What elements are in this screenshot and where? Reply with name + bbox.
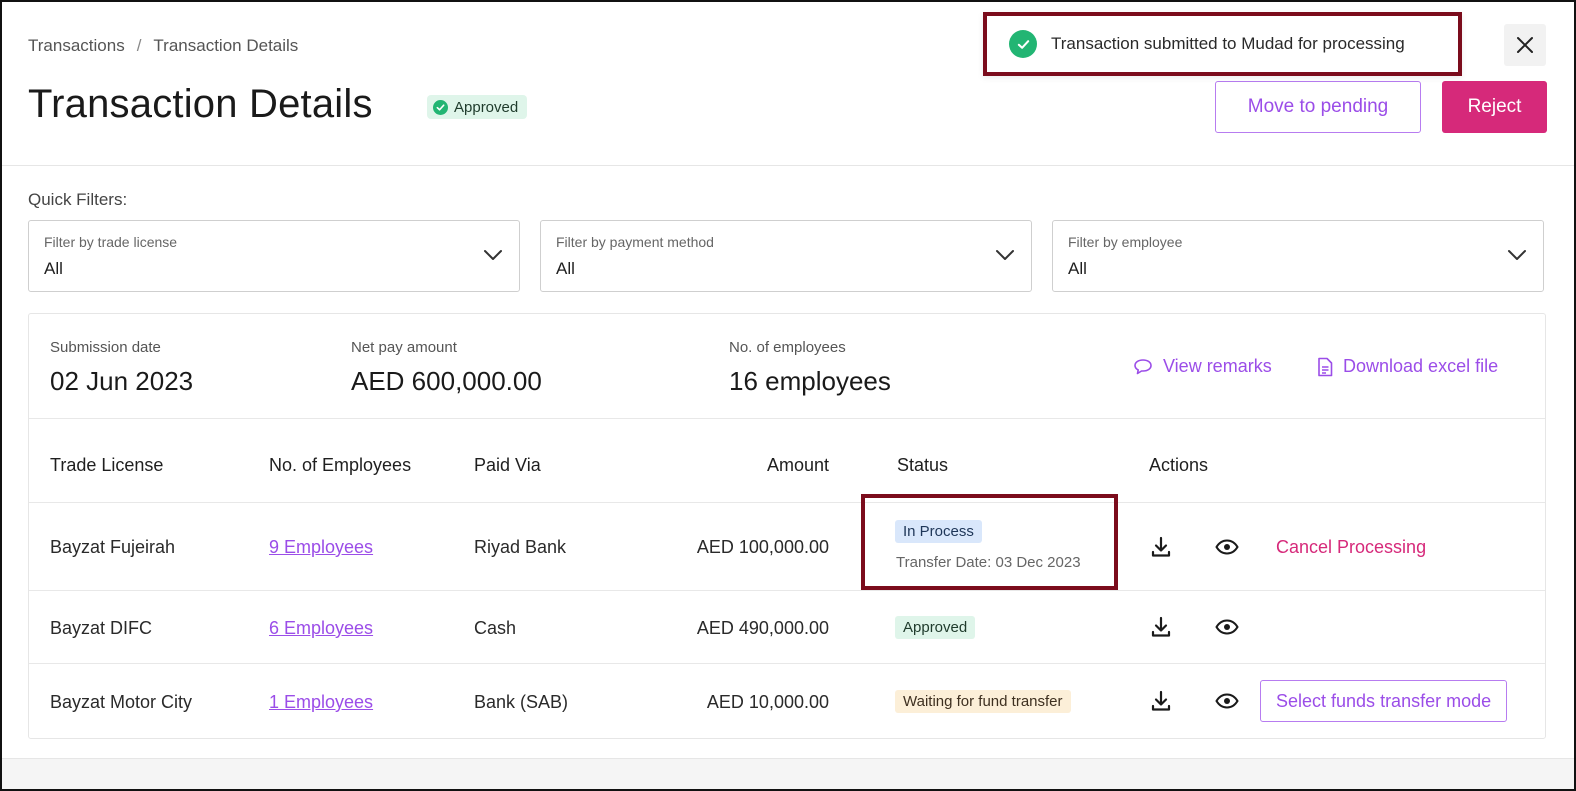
transaction-card: Submission date 02 Jun 2023 Net pay amou… — [28, 313, 1546, 739]
employees-count-label: No. of employees — [729, 339, 846, 356]
file-icon — [1318, 357, 1333, 376]
download-icon — [1151, 616, 1171, 637]
main-content: Quick Filters: Filter by trade license A… — [2, 170, 1574, 758]
breadcrumb-separator: / — [136, 36, 142, 55]
toast-close-button[interactable] — [1504, 24, 1546, 66]
filter-label: Filter by employee — [1068, 234, 1183, 250]
chevron-down-icon — [1508, 250, 1526, 260]
view-row-button[interactable] — [1214, 688, 1240, 714]
filter-label: Filter by trade license — [44, 234, 178, 250]
paid-via-cell: Riyad Bank — [474, 537, 567, 557]
download-excel-label: Download excel file — [1343, 356, 1499, 376]
status-badge: Waiting for fund transfer — [895, 690, 1071, 713]
eye-icon — [1215, 539, 1239, 555]
reject-button[interactable]: Reject — [1442, 81, 1547, 133]
column-header-employees: No. of Employees — [269, 455, 412, 475]
employees-link[interactable]: 1 Employees — [269, 692, 373, 713]
submission-date-value: 02 Jun 2023 — [50, 366, 194, 396]
status-badge: Approved — [427, 95, 528, 119]
check-circle-icon — [433, 99, 448, 115]
amount-cell: AED 490,000.00 — [696, 618, 829, 638]
download-row-button[interactable] — [1148, 688, 1174, 714]
filter-value: All — [556, 259, 575, 278]
select-funds-transfer-mode-button[interactable]: Select funds transfer mode — [1260, 680, 1508, 722]
filter-value: All — [44, 259, 63, 278]
view-row-button[interactable] — [1214, 534, 1240, 560]
chevron-down-icon — [996, 250, 1014, 260]
column-header-status: Status — [897, 455, 949, 475]
comment-icon — [1134, 358, 1152, 374]
filter-employee[interactable]: Filter by employee All — [1052, 220, 1544, 292]
breadcrumb-transactions[interactable]: Transactions — [28, 36, 125, 56]
quick-filters-label: Quick Filters: — [28, 190, 128, 209]
net-pay-value: AED 600,000.00 — [351, 366, 542, 396]
column-header-paid-via: Paid Via — [474, 455, 541, 475]
download-row-button[interactable] — [1148, 614, 1174, 640]
status-badge: Approved — [895, 616, 976, 639]
move-to-pending-button[interactable]: Move to pending — [1215, 81, 1421, 133]
download-icon — [1151, 536, 1171, 557]
view-row-button[interactable] — [1214, 614, 1240, 640]
net-pay-label: Net pay amount — [351, 339, 457, 356]
eye-icon — [1215, 619, 1239, 635]
eye-icon — [1215, 693, 1239, 709]
amount-cell: AED 100,000.00 — [696, 537, 829, 557]
card-divider — [29, 418, 1545, 419]
filter-value: All — [1068, 259, 1087, 278]
page-title: Transaction Details — [28, 82, 373, 126]
column-header-actions: Actions — [1149, 455, 1209, 475]
column-header-amount: Amount — [766, 455, 829, 475]
view-remarks-label: View remarks — [1163, 356, 1272, 376]
filter-payment-method[interactable]: Filter by payment method All — [540, 220, 1032, 292]
transfer-date: Transfer Date: 03 Dec 2023 — [896, 554, 1081, 571]
column-header-trade-license: Trade License — [50, 455, 164, 475]
view-remarks-link[interactable]: View remarks — [1133, 356, 1272, 377]
filter-label: Filter by payment method — [556, 234, 714, 250]
chevron-down-icon — [484, 250, 502, 260]
close-icon — [1517, 37, 1533, 53]
download-excel-link[interactable]: Download excel file — [1317, 356, 1498, 377]
trade-license-cell: Bayzat Motor City — [50, 692, 193, 712]
table-row: Bayzat Motor City 1 Employees Bank (SAB)… — [29, 663, 1545, 739]
trade-license-cell: Bayzat Fujeirah — [50, 537, 176, 557]
table-row: Bayzat DIFC 6 Employees Cash AED 490,000… — [29, 590, 1545, 663]
table-row: Bayzat Fujeirah 9 Employees Riyad Bank A… — [29, 502, 1545, 590]
toast-message: Transaction submitted to Mudad for proce… — [1051, 34, 1405, 53]
breadcrumb: Transactions / Transaction Details — [28, 36, 298, 56]
success-toast: Transaction submitted to Mudad for proce… — [983, 12, 1462, 76]
paid-via-cell: Cash — [474, 618, 517, 638]
employees-count-value: 16 employees — [729, 366, 891, 396]
breadcrumb-current: Transaction Details — [153, 36, 299, 55]
employees-link[interactable]: 6 Employees — [269, 618, 373, 639]
filter-trade-license[interactable]: Filter by trade license All — [28, 220, 520, 292]
employees-link[interactable]: 9 Employees — [269, 537, 373, 558]
submission-date-label: Submission date — [50, 339, 161, 356]
cancel-processing-link[interactable]: Cancel Processing — [1276, 537, 1426, 558]
download-icon — [1151, 690, 1171, 711]
status-badge-label: Approved — [454, 98, 519, 116]
check-circle-icon — [1009, 30, 1037, 58]
footer-strip — [2, 758, 1574, 789]
amount-cell: AED 10,000.00 — [706, 692, 829, 712]
download-row-button[interactable] — [1148, 534, 1174, 560]
status-badge: In Process — [895, 520, 982, 543]
trade-license-cell: Bayzat DIFC — [50, 618, 153, 638]
paid-via-cell: Bank (SAB) — [474, 692, 569, 712]
